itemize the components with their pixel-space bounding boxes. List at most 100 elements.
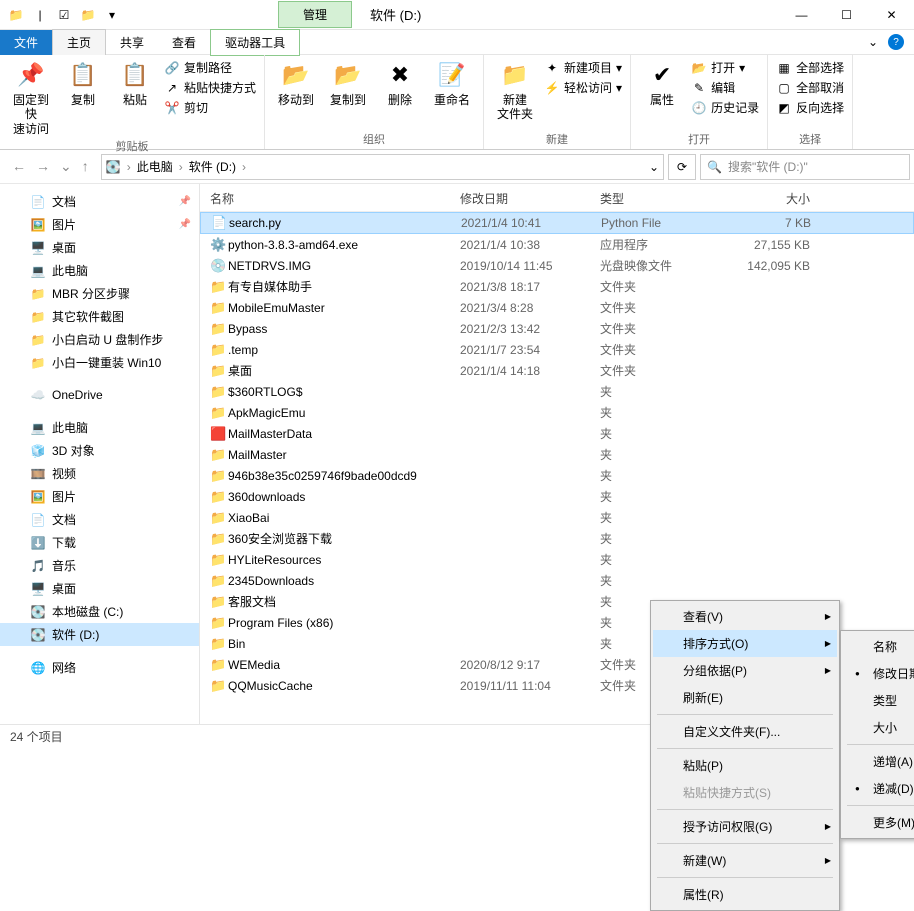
col-date[interactable]: 修改日期 (460, 190, 600, 207)
file-row[interactable]: 🟥MailMasterData夹 (200, 423, 914, 444)
copy-path-button[interactable]: 🔗复制路径 (164, 59, 256, 76)
menu-item[interactable]: 新建(W) (653, 847, 837, 874)
history-button[interactable]: 🕘历史记录 (691, 99, 759, 116)
menu-item[interactable]: 自定义文件夹(F)... (653, 718, 837, 745)
tree-item[interactable]: 🖼️图片 (0, 213, 199, 236)
menu-item[interactable]: 属性(R) (653, 881, 837, 908)
tree-item[interactable]: 📄文档 (0, 190, 199, 213)
tree-item[interactable]: 📁MBR 分区步骤 (0, 282, 199, 305)
file-row[interactable]: 💿NETDRVS.IMG2019/10/14 11:45光盘映像文件142,09… (200, 255, 914, 276)
close-button[interactable]: ✕ (869, 0, 914, 30)
select-all-button[interactable]: ▦全部选择 (776, 59, 844, 76)
maximize-button[interactable]: ☐ (824, 0, 869, 30)
file-row[interactable]: 📁HYLiteResources夹 (200, 549, 914, 570)
file-row[interactable]: 📁MailMaster夹 (200, 444, 914, 465)
tree-item[interactable]: 📁小白一键重装 Win10 (0, 351, 199, 374)
menu-item[interactable]: 分组依据(P) (653, 657, 837, 684)
tree-item[interactable]: 💻此电脑 (0, 259, 199, 282)
breadcrumb-dropdown[interactable]: ⌄ (649, 160, 659, 174)
pin-button[interactable]: 📌固定到快 速访问 (8, 59, 54, 136)
tree-item[interactable]: 🎵音乐 (0, 554, 199, 577)
forward-button[interactable]: → (36, 158, 50, 175)
tree-item[interactable]: 📁其它软件截图 (0, 305, 199, 328)
properties-button[interactable]: ✔属性 (639, 59, 685, 107)
collapse-ribbon-icon[interactable]: ⌄ (868, 35, 878, 49)
file-row[interactable]: 📁Bypass2021/2/3 13:42文件夹 (200, 318, 914, 339)
context-menu[interactable]: 查看(V)排序方式(O)分组依据(P)刷新(E) 自定义文件夹(F)... 粘贴(P… (650, 600, 840, 911)
file-row[interactable]: ⚙️python-3.8.3-amd64.exe2021/1/4 10:38应用… (200, 234, 914, 255)
file-row[interactable]: 📁946b38e35c0259746f9bade00dcd9夹 (200, 465, 914, 486)
menu-item[interactable]: 类型 (843, 687, 914, 714)
breadcrumb-drive[interactable]: 软件 (D:) (189, 158, 236, 175)
new-item-button[interactable]: ✦新建项目 ▾ (544, 59, 622, 76)
paste-shortcut-button[interactable]: ↗粘贴快捷方式 (164, 79, 256, 96)
file-row[interactable]: 📁MobileEmuMaster2021/3/4 8:28文件夹 (200, 297, 914, 318)
menu-item[interactable]: 刷新(E) (653, 684, 837, 711)
open-button[interactable]: 📂打开 ▾ (691, 59, 759, 76)
paste-button[interactable]: 📋粘贴 (112, 59, 158, 107)
tree-item[interactable]: 🖥️桌面 (0, 577, 199, 600)
file-row[interactable]: 📁桌面2021/1/4 14:18文件夹 (200, 360, 914, 381)
delete-button[interactable]: ✖删除 (377, 59, 423, 107)
tree-item[interactable]: ⬇️下载 (0, 531, 199, 554)
file-row[interactable]: 📁有专自媒体助手2021/3/8 18:17文件夹 (200, 276, 914, 297)
invert-selection-button[interactable]: ◩反向选择 (776, 99, 844, 116)
tab-drive-tools[interactable]: 驱动器工具 (210, 29, 300, 56)
tab-view[interactable]: 查看 (158, 30, 210, 55)
menu-item[interactable]: 递增(A) (843, 748, 914, 775)
tree-item[interactable]: 🧊3D 对象 (0, 439, 199, 462)
menu-item[interactable]: 更多(M)... (843, 809, 914, 836)
minimize-button[interactable]: — (779, 0, 824, 30)
cut-button[interactable]: ✂️剪切 (164, 99, 256, 116)
copy-button[interactable]: 📋复制 (60, 59, 106, 107)
select-none-button[interactable]: ▢全部取消 (776, 79, 844, 96)
back-button[interactable]: ← (12, 158, 26, 175)
tree-item[interactable]: 🖥️桌面 (0, 236, 199, 259)
file-row[interactable]: 📁.temp2021/1/7 23:54文件夹 (200, 339, 914, 360)
breadcrumb[interactable]: 💽 › 此电脑 › 软件 (D:) › ⌄ (101, 154, 664, 180)
check-icon[interactable]: ☑ (56, 7, 72, 23)
copy-to-button[interactable]: 📂复制到 (325, 59, 371, 107)
search-input[interactable]: 🔍 搜索"软件 (D:)" (700, 154, 910, 180)
col-size[interactable]: 大小 (720, 190, 810, 207)
move-to-button[interactable]: 📂移动到 (273, 59, 319, 107)
sort-submenu[interactable]: 名称修改日期类型大小递增(A)递减(D) 更多(M)... (840, 630, 914, 839)
tree-item[interactable]: ☁️OneDrive (0, 384, 199, 406)
menu-item[interactable]: 大小 (843, 714, 914, 741)
rename-button[interactable]: 📝重命名 (429, 59, 475, 107)
tree-item[interactable]: 🖼️图片 (0, 485, 199, 508)
tree-item[interactable]: 🎞️视频 (0, 462, 199, 485)
menu-item[interactable]: 名称 (843, 633, 914, 660)
refresh-button[interactable]: ⟳ (668, 154, 696, 180)
dropdown-icon[interactable]: ▾ (104, 7, 120, 23)
file-row[interactable]: 📁2345Downloads夹 (200, 570, 914, 591)
new-folder-button[interactable]: 📁新建 文件夹 (492, 59, 538, 122)
chevron-right-icon[interactable]: › (177, 160, 185, 174)
tree-item[interactable]: 💽本地磁盘 (C:) (0, 600, 199, 623)
context-tab[interactable]: 管理 (278, 1, 352, 28)
menu-item[interactable]: 粘贴(P) (653, 752, 837, 779)
tree-item[interactable]: 📁小白启动 U 盘制作步 (0, 328, 199, 351)
edit-button[interactable]: ✎编辑 (691, 79, 759, 96)
file-row[interactable]: 📁360安全浏览器下载夹 (200, 528, 914, 549)
chevron-right-icon[interactable]: › (125, 160, 133, 174)
tree-item[interactable]: 📄文档 (0, 508, 199, 531)
tab-home[interactable]: 主页 (52, 29, 106, 55)
easy-access-button[interactable]: ⚡轻松访问 ▾ (544, 79, 622, 96)
file-row[interactable]: 📄search.py2021/1/4 10:41Python File7 KB (200, 212, 914, 234)
menu-item[interactable]: 递减(D) (843, 775, 914, 802)
chevron-right-icon[interactable]: › (240, 160, 248, 174)
help-icon[interactable]: ? (888, 34, 904, 50)
file-row[interactable]: 📁360downloads夹 (200, 486, 914, 507)
menu-item[interactable]: 排序方式(O) (653, 630, 837, 657)
menu-item[interactable]: 查看(V) (653, 603, 837, 630)
up-button[interactable]: ↑ (82, 158, 89, 175)
col-type[interactable]: 类型 (600, 190, 720, 207)
tab-file[interactable]: 文件 (0, 30, 52, 55)
menu-item[interactable]: 修改日期 (843, 660, 914, 687)
tree-item[interactable]: 💽软件 (D:) (0, 623, 199, 646)
menu-item[interactable]: 授予访问权限(G) (653, 813, 837, 840)
file-row[interactable]: 📁ApkMagicEmu夹 (200, 402, 914, 423)
recent-dropdown[interactable]: ⌄ (60, 158, 72, 175)
file-row[interactable]: 📁$360RTLOG$夹 (200, 381, 914, 402)
